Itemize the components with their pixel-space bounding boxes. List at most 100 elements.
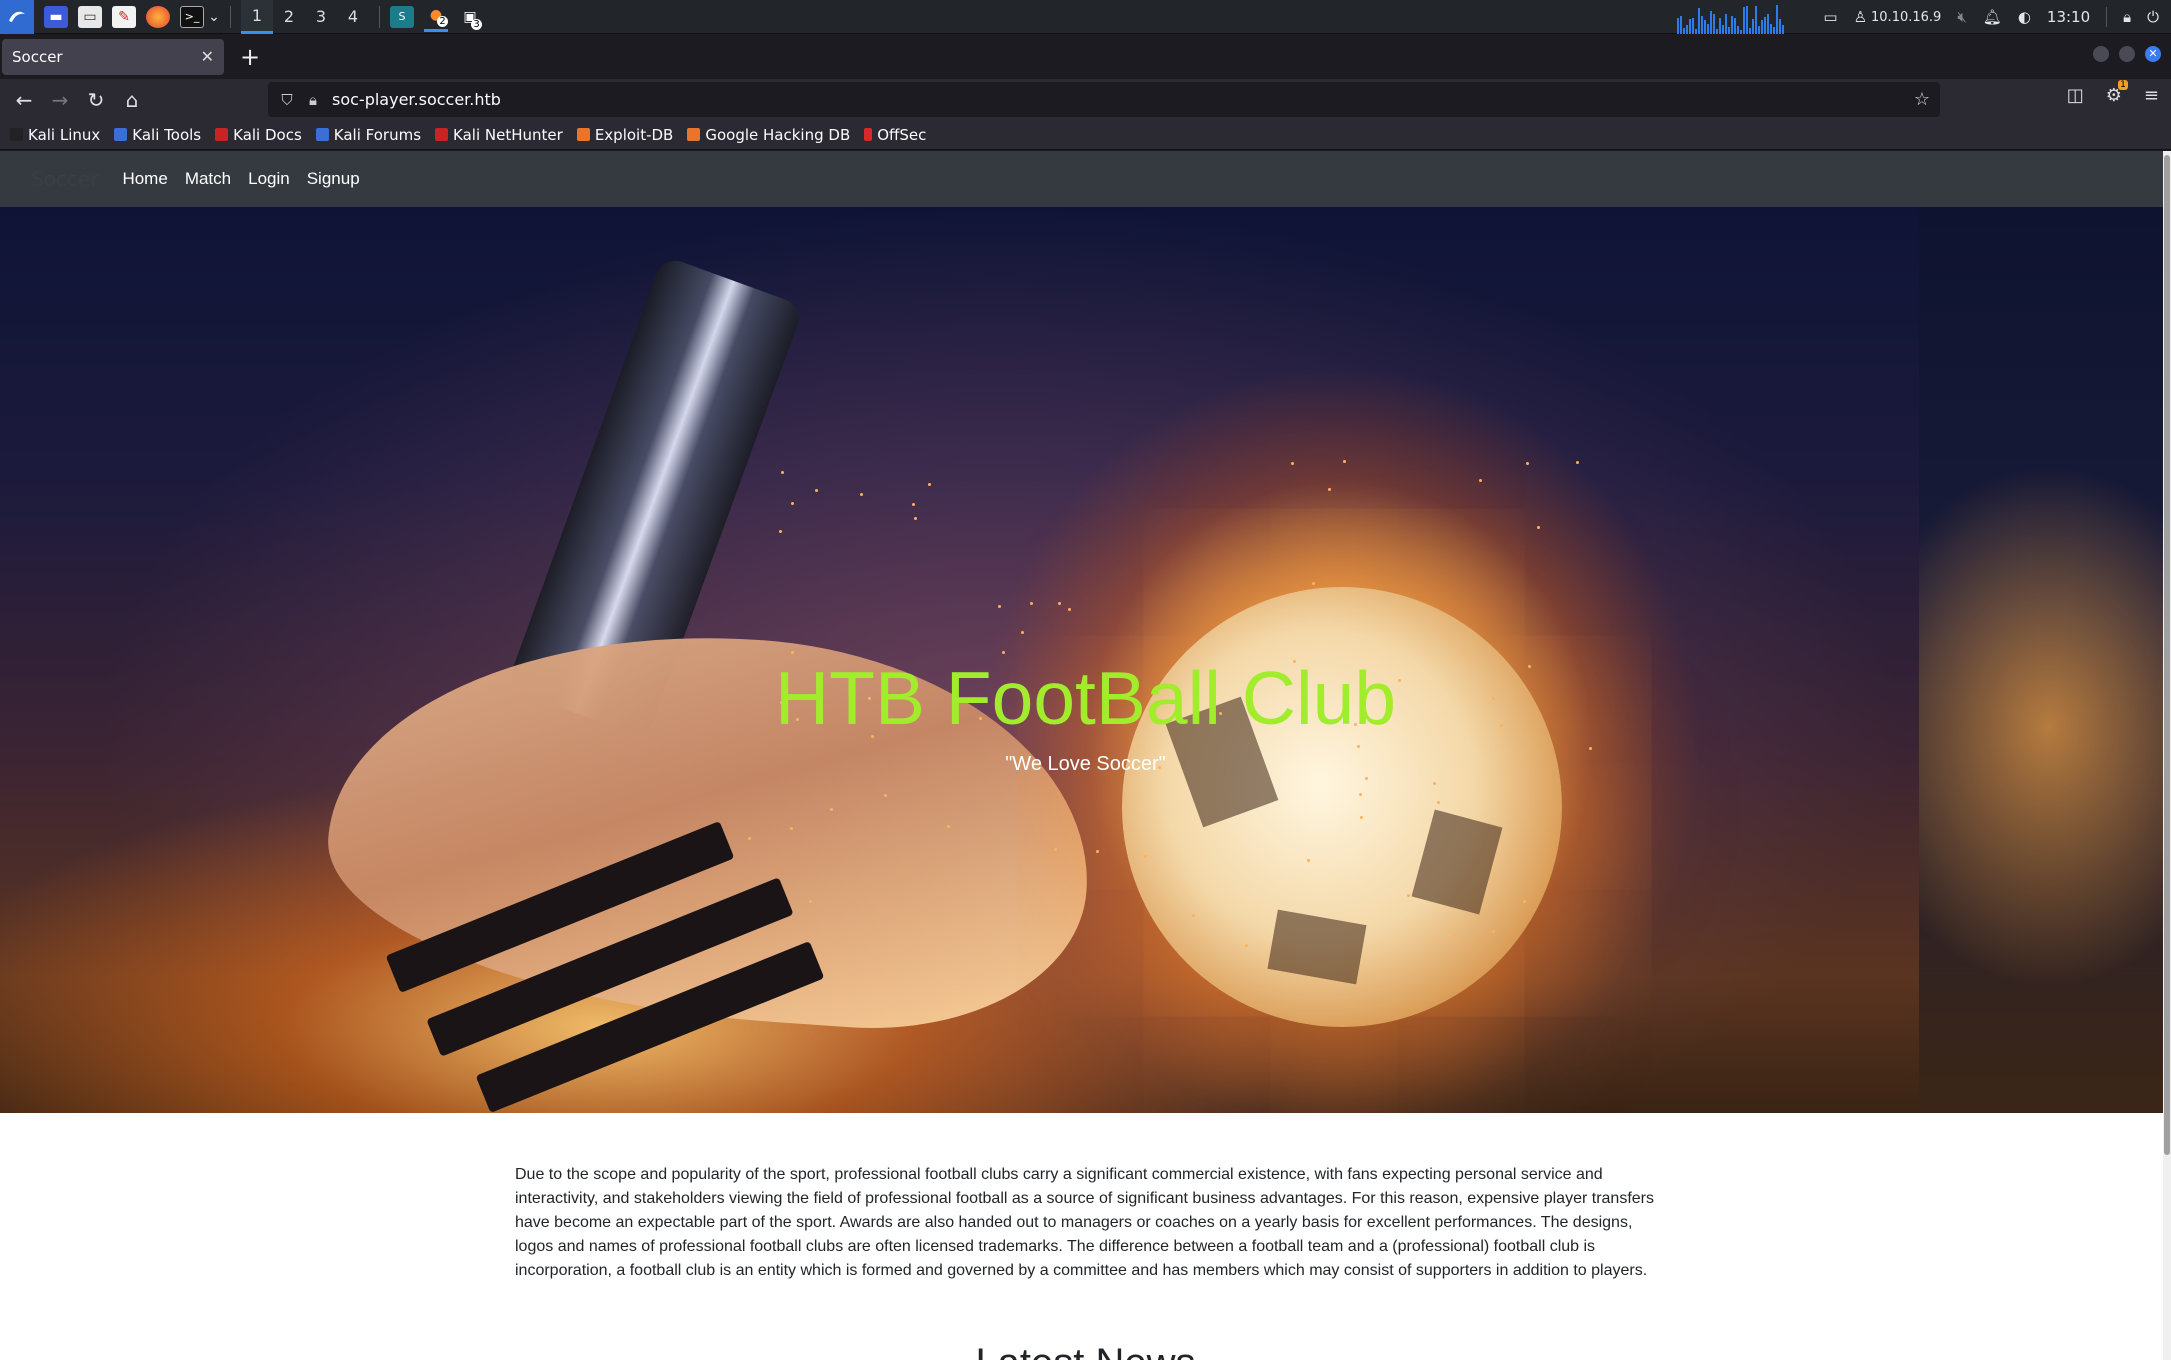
- ball-panel: [1267, 909, 1367, 985]
- tracking-protection-icon[interactable]: ⛉: [274, 91, 300, 109]
- bookmark-kali-forums[interactable]: Kali Forums: [315, 125, 422, 144]
- lock-icon[interactable]: 🔒︎: [2123, 8, 2131, 26]
- bookmark-star-icon[interactable]: ☆: [1914, 89, 1930, 110]
- close-window-button[interactable]: ✕: [2145, 46, 2161, 62]
- menu-icon[interactable]: ≡: [2144, 85, 2159, 106]
- spark-particle: [1057, 602, 1061, 606]
- nav-login[interactable]: Login: [248, 169, 290, 189]
- spark-particle: [860, 492, 864, 496]
- display-icon[interactable]: ▭: [1823, 8, 1837, 26]
- cpu-graph-bar: [1764, 16, 1767, 34]
- terminal-window-icon[interactable]: ▣ 3: [458, 6, 482, 30]
- terminal-icon[interactable]: >_: [180, 5, 204, 28]
- cpu-graph-bar: [1686, 24, 1689, 34]
- muted-volume-icon[interactable]: 🔇︎: [1957, 8, 1966, 26]
- back-button[interactable]: ←: [6, 82, 42, 118]
- ball-panel: [1411, 809, 1503, 915]
- tab-soccer[interactable]: Soccer ✕: [2, 38, 224, 75]
- vpn-icon[interactable]: ♙ 10.10.16.9: [1854, 8, 1942, 26]
- panel-tray: ▭ ♙ 10.10.16.9 🔇︎ 🔔︎ ◐ 13:10 🔒︎ ⏻: [1677, 0, 2171, 34]
- new-tab-button[interactable]: +: [240, 43, 260, 71]
- burp-window-icon[interactable]: ● 2: [424, 2, 448, 32]
- nav-home[interactable]: Home: [122, 169, 167, 189]
- bookmark-offsec[interactable]: OffSec: [864, 126, 926, 144]
- bookmark-kali-tools[interactable]: Kali Tools: [114, 126, 201, 144]
- spark-particle: [1002, 650, 1006, 654]
- workspace-switcher: 1 2 3 4: [241, 0, 369, 34]
- reload-button[interactable]: ↻: [78, 82, 114, 118]
- spark-particle: [913, 516, 917, 520]
- spark-particle: [779, 529, 783, 533]
- maximize-button[interactable]: [2119, 46, 2135, 62]
- cpu-graph-bar: [1680, 16, 1683, 34]
- workspace-3[interactable]: 3: [305, 0, 337, 34]
- bookmark-google-hacking-db[interactable]: Google Hacking DB: [687, 126, 850, 144]
- vpn-ip: 10.10.16.9: [1871, 9, 1942, 25]
- firefox-icon[interactable]: [146, 5, 170, 28]
- kali-icon: [10, 128, 23, 141]
- hero-banner: HTB FootBall Club "We Love Soccer": [0, 207, 2171, 1113]
- notification-bell-icon[interactable]: 🔔︎: [1983, 8, 2002, 26]
- window-count-badge: 3: [471, 18, 482, 30]
- navigation-bar: ← → ↻ ⌂ ⛉ 🔒︎ soc-player.soccer.htb ☆ ◫ ⚙…: [0, 79, 2171, 120]
- bookmark-label: Kali Tools: [132, 125, 202, 144]
- spark-particle: [1359, 816, 1363, 820]
- scrollbar-thumb[interactable]: [2164, 155, 2170, 1155]
- spark-particle: [1143, 854, 1147, 858]
- spark-particle: [1068, 608, 1071, 612]
- page-scrollbar[interactable]: [2163, 151, 2171, 1360]
- home-button[interactable]: ⌂: [114, 82, 150, 118]
- cpu-graph-bar: [1746, 5, 1749, 34]
- terminal-emulator-icon[interactable]: ▬: [44, 5, 68, 28]
- ghdb-icon: [687, 128, 701, 141]
- cpu-graph-bar: [1704, 20, 1707, 34]
- cpu-graph-bar: [1698, 8, 1701, 34]
- workspace-1[interactable]: 1: [241, 0, 273, 34]
- bookmark-kali-docs[interactable]: Kali Docs: [215, 126, 302, 144]
- url-text[interactable]: soc-player.soccer.htb: [332, 90, 501, 109]
- cpu-graph-bar: [1758, 26, 1761, 34]
- file-manager-icon[interactable]: ▭: [78, 5, 102, 28]
- person-icon: ♙: [1853, 8, 1868, 26]
- spark-particle: [829, 808, 833, 812]
- clock[interactable]: 13:10: [2047, 8, 2090, 26]
- bookmark-label: Kali NetHunter: [453, 125, 563, 144]
- spark-particle: [808, 900, 812, 904]
- bookmark-exploit-db[interactable]: Exploit-DB: [576, 126, 673, 144]
- site-navbar: Soccer Home Match Login Signup: [0, 151, 2171, 207]
- url-bar[interactable]: ⛉ 🔒︎ soc-player.soccer.htb ☆: [268, 82, 1940, 117]
- chevron-down-icon[interactable]: ⌄: [208, 6, 220, 28]
- minimize-button[interactable]: [2093, 46, 2109, 62]
- app-window-icon[interactable]: S: [390, 5, 414, 28]
- close-tab-icon[interactable]: ✕: [201, 47, 214, 66]
- bookmark-label: Kali Linux: [28, 125, 101, 144]
- bookmark-kali-linux[interactable]: Kali Linux: [10, 126, 100, 144]
- tab-title: Soccer: [12, 47, 63, 66]
- about-paragraph: Due to the scope and popularity of the s…: [515, 1166, 1654, 1279]
- bookmark-label: Kali Forums: [333, 125, 422, 144]
- spark-particle: [927, 482, 931, 486]
- extension-icon[interactable]: ⚙ 1: [2106, 80, 2128, 106]
- spark-particle: [1536, 526, 1540, 530]
- cpu-graph-bar: [1767, 13, 1770, 34]
- lock-icon[interactable]: 🔒︎: [300, 91, 326, 109]
- power-status-icon[interactable]: ◐: [2018, 8, 2031, 26]
- workspace-2[interactable]: 2: [273, 0, 305, 34]
- nav-match[interactable]: Match: [185, 169, 231, 189]
- bookmark-label: Google Hacking DB: [705, 125, 851, 144]
- pocket-icon[interactable]: ◫: [2067, 85, 2084, 106]
- kali-menu-icon[interactable]: [0, 0, 34, 34]
- site-brand[interactable]: Soccer: [31, 167, 98, 191]
- logout-icon[interactable]: ⏻: [2147, 8, 2159, 26]
- nav-signup[interactable]: Signup: [307, 169, 360, 189]
- spark-particle: [1436, 800, 1440, 804]
- cpu-graph-bar: [1710, 10, 1713, 34]
- bookmark-kali-nethunter[interactable]: Kali NetHunter: [435, 126, 563, 144]
- bookmark-label: Kali Docs: [233, 125, 302, 144]
- spark-particle: [1576, 460, 1580, 464]
- forward-button[interactable]: →: [42, 82, 78, 118]
- workspace-4[interactable]: 4: [337, 0, 369, 34]
- text-editor-icon[interactable]: ✎: [112, 5, 136, 28]
- spark-particle: [1358, 792, 1362, 796]
- cpu-graph-bar: [1725, 13, 1728, 34]
